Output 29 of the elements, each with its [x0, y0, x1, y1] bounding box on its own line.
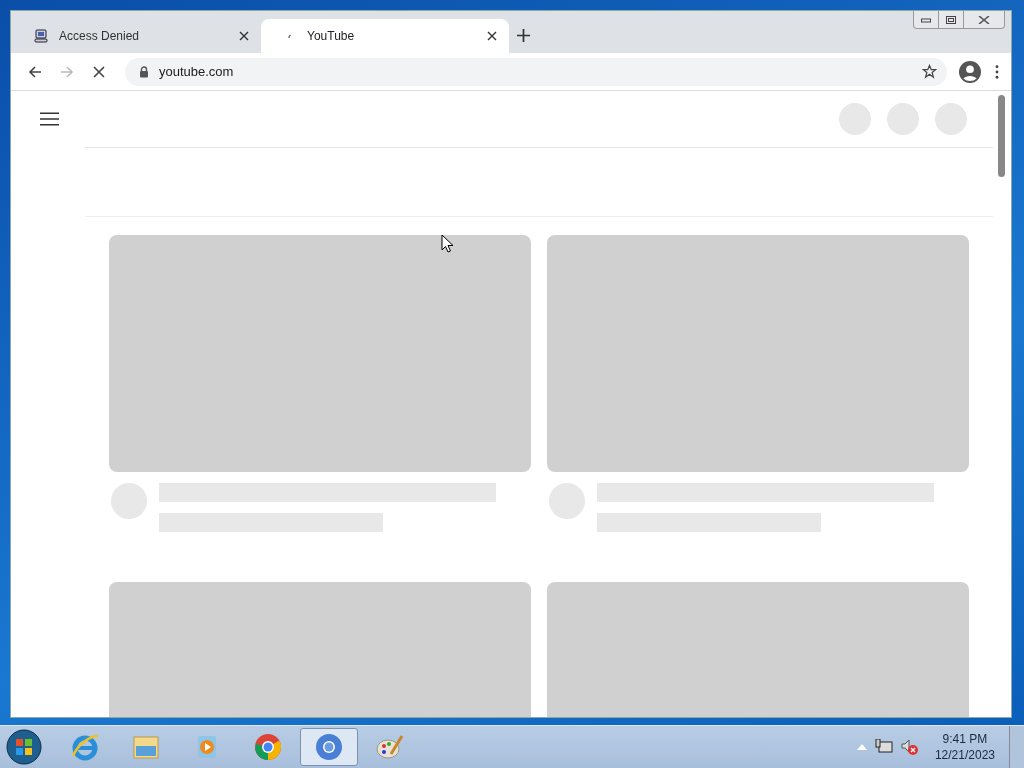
- chromium-icon: [314, 732, 344, 762]
- scrollbar-thumb[interactable]: [998, 95, 1005, 177]
- start-button[interactable]: [6, 729, 42, 765]
- profile-icon[interactable]: [959, 60, 981, 83]
- clock-time[interactable]: 9:41 PM: [942, 731, 988, 747]
- menu-icon[interactable]: [995, 64, 999, 79]
- close-icon[interactable]: [239, 31, 249, 41]
- minimize-icon: [921, 16, 931, 23]
- back-icon[interactable]: [27, 63, 43, 80]
- speaker-muted-icon[interactable]: [900, 739, 919, 755]
- tab-title: Access Denied: [59, 29, 141, 43]
- address-field[interactable]: youtube.com: [125, 57, 947, 86]
- tab-title: YouTube: [307, 29, 356, 43]
- stop-icon[interactable]: [91, 63, 107, 80]
- star-icon[interactable]: [922, 64, 937, 79]
- chrome-icon: [253, 732, 283, 762]
- lock-icon: [139, 65, 149, 78]
- taskbar-button[interactable]: [300, 728, 358, 766]
- close-icon: [978, 15, 990, 24]
- mouse-cursor-icon: [441, 234, 453, 253]
- menu-icon[interactable]: [40, 112, 59, 126]
- browser-tab[interactable]: YouTube: [261, 19, 509, 53]
- close-icon[interactable]: [487, 31, 497, 41]
- maximize-icon: [946, 15, 956, 24]
- clock-date[interactable]: 12/21/2023: [934, 747, 995, 763]
- new-tab-icon[interactable]: [517, 29, 530, 42]
- browser-tab[interactable]: Access Denied: [13, 19, 261, 53]
- globe-e-icon: [70, 732, 100, 762]
- network-icon[interactable]: [874, 739, 893, 755]
